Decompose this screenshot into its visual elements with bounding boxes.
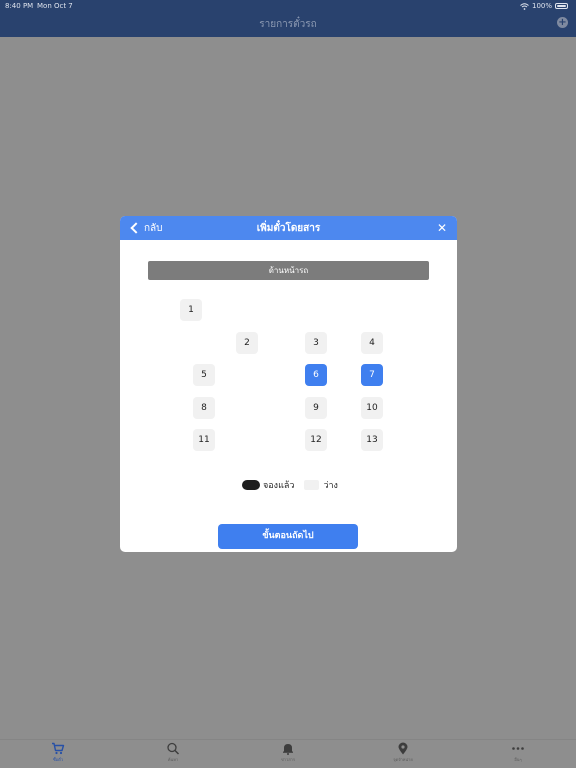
status-indicators: 100% (520, 2, 568, 10)
tab-label: ข่าวสาร (280, 757, 296, 762)
seat-1[interactable]: 1 (180, 299, 202, 321)
seat-2[interactable]: 2 (236, 332, 258, 354)
location-pin-icon (398, 742, 408, 755)
tab-label: ค้นหา (167, 757, 179, 762)
tab-buy-ticket[interactable]: ซื้อตั๋ว (38, 742, 78, 768)
add-ticket-modal: กลับ เพิ่มตั๋วโดยสาร ✕ ด้านหน้ารถ 1 2 3 … (120, 216, 457, 552)
seat-5[interactable]: 5 (193, 364, 215, 386)
seat-13[interactable]: 13 (361, 429, 383, 451)
bell-icon (283, 744, 293, 755)
more-icon (512, 747, 524, 750)
booked-swatch (242, 480, 260, 490)
seat-7[interactable]: 7 (361, 364, 383, 386)
tab-news[interactable]: ข่าวสาร (268, 742, 308, 768)
battery-percent: 100% (531, 2, 552, 10)
tab-search[interactable]: ค้นหา (153, 742, 193, 768)
tab-label: ซื้อตั๋ว (53, 757, 63, 762)
tab-outlets[interactable]: จุดจำหน่าย (383, 742, 423, 768)
plus-icon: + (558, 17, 567, 28)
legend-booked-label: จองแล้ว (263, 481, 295, 491)
next-step-button[interactable]: ขั้นตอนถัดไป (218, 524, 358, 549)
tab-label: จุดจำหน่าย (393, 757, 413, 762)
status-date: Mon Oct 7 (37, 2, 73, 10)
status-time: 8:40 PM (5, 2, 34, 10)
modal-title: เพิ่มตั๋วโดยสาร (256, 223, 321, 234)
modal-header: กลับ เพิ่มตั๋วโดยสาร ✕ (120, 216, 457, 240)
seat-8[interactable]: 8 (193, 397, 215, 419)
tab-more[interactable]: อื่นๆ (498, 742, 538, 768)
close-icon: ✕ (436, 221, 447, 235)
seat-12[interactable]: 12 (305, 429, 327, 451)
seat-9[interactable]: 9 (305, 397, 327, 419)
wifi-icon (520, 2, 529, 10)
battery-icon (555, 3, 568, 9)
seat-10[interactable]: 10 (361, 397, 383, 419)
free-swatch (304, 480, 320, 490)
tab-bar: ซื้อตั๋ว ค้นหา ข่าวสาร จุดจำหน่าย อื่นๆ (0, 739, 576, 768)
seat-legend: จองแล้ว ว่าง (242, 478, 338, 492)
add-ticket-button[interactable]: + (557, 17, 568, 28)
seat-11[interactable]: 11 (193, 429, 215, 451)
seat-6[interactable]: 6 (305, 364, 327, 386)
bus-front-label: ด้านหน้ารถ (148, 261, 429, 280)
cart-icon (52, 742, 65, 755)
legend-free-label: ว่าง (323, 481, 338, 491)
close-button[interactable]: ✕ (437, 220, 447, 236)
page-title: รายการตั๋วรถ (259, 19, 317, 30)
tab-label: อื่นๆ (514, 757, 522, 762)
seat-4[interactable]: 4 (361, 332, 383, 354)
top-bar: 8:40 PM Mon Oct 7 100% รายการตั๋วรถ + (0, 0, 576, 37)
seat-3[interactable]: 3 (305, 332, 327, 354)
search-icon (167, 742, 180, 755)
